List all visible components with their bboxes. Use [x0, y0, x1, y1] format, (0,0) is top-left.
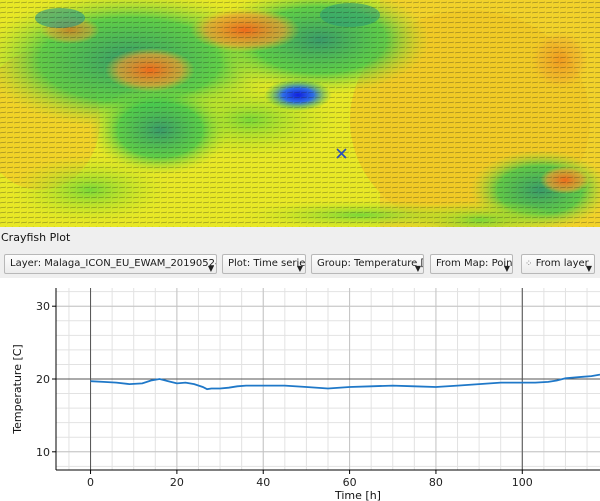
- chevron-down-icon: ▼: [296, 264, 303, 273]
- plot-type-label: Plot: Time series: [228, 258, 306, 269]
- y-tick-label: 30: [36, 300, 50, 313]
- layer-select[interactable]: Layer: Malaga_ICON_EU_EWAM_20190524-00 ▼: [4, 254, 217, 274]
- map-canvas[interactable]: [0, 0, 600, 227]
- x-tick-label: 100: [512, 476, 533, 489]
- chevron-down-icon: ▼: [503, 264, 510, 273]
- x-tick-label: 80: [429, 476, 443, 489]
- temperature-series-line: [90, 373, 600, 391]
- x-tick-label: 20: [170, 476, 184, 489]
- chevron-down-icon: ▼: [414, 264, 421, 273]
- panel-title: Crayfish Plot: [1, 231, 71, 244]
- layer-select-label: Layer: Malaga_ICON_EU_EWAM_20190524-00: [10, 258, 217, 269]
- plot-type-select[interactable]: Plot: Time series ▼: [222, 254, 306, 274]
- x-tick-label: 60: [343, 476, 357, 489]
- from-layer-select[interactable]: ⁘ From layer ▼: [521, 254, 595, 274]
- from-layer-label: From layer: [535, 258, 589, 269]
- group-select[interactable]: Group: Temperature [C] ▼: [311, 254, 424, 274]
- y-tick-label: 10: [36, 446, 50, 459]
- map-raster[interactable]: [0, 0, 600, 227]
- chevron-down-icon: ▼: [585, 264, 592, 273]
- chevron-down-icon: ▼: [207, 264, 214, 273]
- time-series-chart: 0 20 40 60 80 100 10 20 30 Time [h] Temperature [C…: [11, 288, 600, 501]
- group-label: Group: Temperature [C]: [317, 258, 424, 269]
- y-axis-label: Temperature [C]: [11, 344, 24, 434]
- x-tick-label: 0: [87, 476, 94, 489]
- from-map-label: From Map: Point: [436, 258, 513, 269]
- plot-area[interactable]: 0 20 40 60 80 100 10 20 30 Time [h] Temperature [C…: [0, 278, 600, 501]
- from-map-select[interactable]: From Map: Point ▼: [430, 254, 513, 274]
- x-axis-label: Time [h]: [334, 489, 381, 501]
- dots-icon: ⁘: [525, 259, 533, 269]
- plot-toolbar: Layer: Malaga_ICON_EU_EWAM_20190524-00 ▼…: [0, 252, 600, 276]
- x-tick-label: 40: [256, 476, 270, 489]
- y-tick-label: 20: [36, 373, 50, 386]
